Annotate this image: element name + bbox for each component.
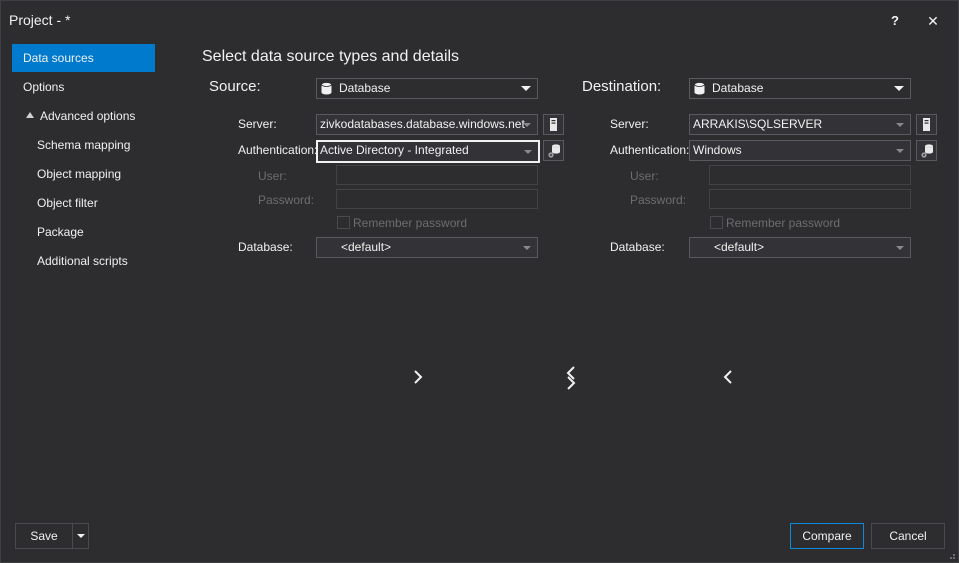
source-password-label: Password: xyxy=(258,193,315,207)
project-dialog: Project - * ? ✕ Data sources Options Adv… xyxy=(0,0,959,563)
chevron-down-icon xyxy=(523,246,531,250)
source-authentication-label: Authentication: xyxy=(238,143,318,157)
destination-remember-password-checkbox[interactable] xyxy=(710,216,723,229)
source-database-label: Database: xyxy=(238,240,293,254)
destination-user-label: User: xyxy=(630,169,659,183)
copy-to-source-arrow-icon[interactable] xyxy=(721,368,735,386)
save-options-dropdown[interactable] xyxy=(72,524,88,548)
destination-password-input[interactable] xyxy=(709,189,911,209)
source-remember-password-label: Remember password xyxy=(353,216,468,230)
source-database-combo[interactable]: <default> xyxy=(316,237,538,258)
sidebar-item-additional-scripts[interactable]: Additional scripts xyxy=(12,247,155,275)
source-server-combo[interactable]: zivkodatabases.database.windows.net xyxy=(316,114,538,135)
destination-server-combo[interactable]: ARRAKIS\SQLSERVER xyxy=(689,114,911,135)
source-server-value: zivkodatabases.database.windows.net xyxy=(320,117,525,131)
page-title: Select data source types and details xyxy=(202,48,460,65)
source-authentication-value: Active Directory - Integrated xyxy=(320,143,469,157)
sidebar-item-object-mapping[interactable]: Object mapping xyxy=(12,160,155,188)
chevron-down-icon xyxy=(523,123,531,127)
database-settings-icon xyxy=(921,144,933,158)
source-connection-settings-button[interactable] xyxy=(543,140,564,161)
sidebar-item-advanced-options[interactable]: Advanced options xyxy=(12,102,155,130)
source-user-input[interactable] xyxy=(336,165,538,185)
chevron-down-icon xyxy=(896,123,904,127)
chevron-down-icon xyxy=(521,86,531,91)
destination-server-browse-button[interactable] xyxy=(916,114,937,135)
source-remember-password-checkbox[interactable] xyxy=(337,216,350,229)
sidebar-item-label: Additional scripts xyxy=(37,254,128,268)
destination-database-combo[interactable]: <default> xyxy=(689,237,911,258)
source-type-select[interactable]: Database xyxy=(316,78,538,99)
destination-type-value: Database xyxy=(712,81,764,95)
save-button[interactable]: Save xyxy=(16,524,72,548)
sidebar-item-label: Schema mapping xyxy=(37,138,131,152)
sidebar-item-package[interactable]: Package xyxy=(12,218,155,246)
close-button[interactable]: ✕ xyxy=(921,11,945,31)
title-bar: Project - * ? ✕ xyxy=(1,1,958,39)
destination-remember-password-label: Remember password xyxy=(726,216,841,230)
destination-label: Destination: xyxy=(582,78,662,95)
chevron-down-icon xyxy=(896,149,904,153)
database-icon xyxy=(321,82,332,95)
resize-grip-icon[interactable] xyxy=(946,550,956,560)
chevron-down-icon xyxy=(896,246,904,250)
sidebar-item-label: Advanced options xyxy=(40,109,136,123)
sidebar-item-schema-mapping[interactable]: Schema mapping xyxy=(12,131,155,159)
destination-authentication-value: Windows xyxy=(693,143,742,157)
destination-connection-settings-button[interactable] xyxy=(916,140,937,161)
source-authentication-select[interactable]: Active Directory - Integrated xyxy=(316,140,540,163)
chevron-down-icon xyxy=(894,86,904,91)
sidebar-item-label: Package xyxy=(37,225,84,239)
source-label: Source: xyxy=(209,78,261,95)
window-title: Project - * xyxy=(9,12,71,28)
server-icon xyxy=(923,118,930,131)
collapse-triangle-icon[interactable] xyxy=(26,112,34,118)
destination-authentication-select[interactable]: Windows xyxy=(689,140,911,161)
copy-to-destination-arrow-icon[interactable] xyxy=(411,368,425,386)
sidebar-item-options[interactable]: Options xyxy=(12,73,155,101)
destination-server-label: Server: xyxy=(610,117,649,131)
destination-password-label: Password: xyxy=(630,193,687,207)
sidebar-item-label: Object filter xyxy=(37,196,98,210)
sidebar-item-data-sources[interactable]: Data sources xyxy=(12,44,155,72)
destination-database-value: <default> xyxy=(714,240,765,254)
sidebar-item-label: Data sources xyxy=(23,51,94,65)
source-type-value: Database xyxy=(339,81,391,95)
help-button[interactable]: ? xyxy=(883,11,907,31)
server-icon xyxy=(550,118,557,131)
database-icon xyxy=(694,82,705,95)
source-server-browse-button[interactable] xyxy=(543,114,564,135)
sidebar-item-object-filter[interactable]: Object filter xyxy=(12,189,155,217)
source-server-label: Server: xyxy=(238,117,277,131)
destination-type-select[interactable]: Database xyxy=(689,78,911,99)
save-split-button[interactable]: Save xyxy=(15,523,89,549)
source-database-value: <default> xyxy=(341,240,392,254)
source-user-label: User: xyxy=(258,169,287,183)
destination-user-input[interactable] xyxy=(709,165,911,185)
sidebar-item-label: Options xyxy=(23,80,65,94)
chevron-down-icon xyxy=(524,150,532,154)
database-settings-icon xyxy=(548,144,560,158)
swap-arrows-icon[interactable] xyxy=(563,364,579,392)
sidebar-item-label: Object mapping xyxy=(37,167,122,181)
cancel-button[interactable]: Cancel xyxy=(871,523,945,549)
source-password-input[interactable] xyxy=(336,189,538,209)
compare-button[interactable]: Compare xyxy=(790,523,864,549)
destination-database-label: Database: xyxy=(610,240,665,254)
destination-authentication-label: Authentication: xyxy=(610,143,690,157)
chevron-down-icon xyxy=(77,534,85,538)
destination-server-value: ARRAKIS\SQLSERVER xyxy=(693,117,823,131)
